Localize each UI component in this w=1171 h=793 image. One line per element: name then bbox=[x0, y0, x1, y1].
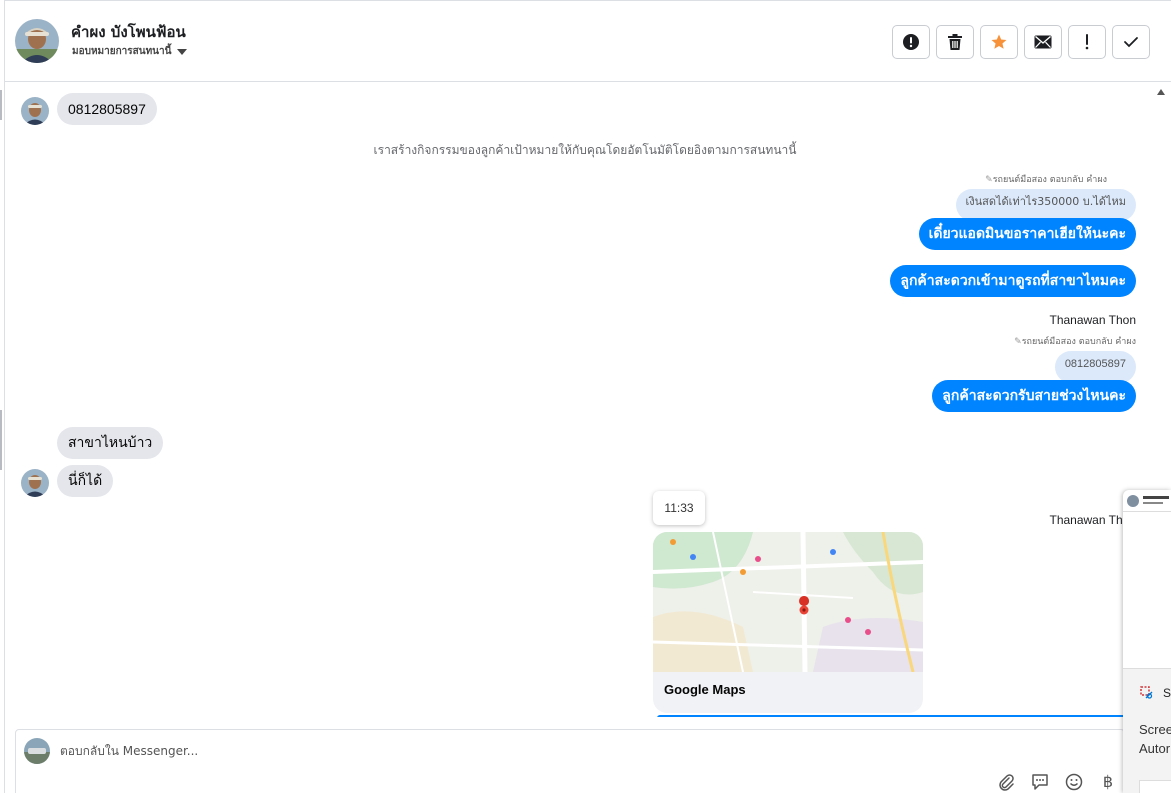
incoming-message[interactable]: 0812805897 bbox=[57, 93, 157, 125]
saved-replies-button[interactable] bbox=[1030, 772, 1050, 792]
reply-pencil-icon: ✎ bbox=[1014, 337, 1022, 347]
mark-unread-button[interactable] bbox=[1024, 25, 1062, 59]
reply-pencil-icon: ✎ bbox=[985, 175, 993, 185]
exclamation-icon bbox=[1085, 34, 1089, 50]
popup-line: Autor bbox=[1139, 741, 1171, 756]
assign-conversation-label: มอบหมายการสนทนานี้ bbox=[72, 46, 172, 57]
snipping-tool-popup: S Scree Autor bbox=[1123, 490, 1171, 793]
checkmark-icon bbox=[1124, 37, 1138, 48]
reply-context-text: รถยนต์มือสอง ตอบกลับ คำผง bbox=[1021, 337, 1136, 347]
outgoing-message-partial bbox=[657, 715, 1127, 717]
left-edge-marker bbox=[0, 90, 2, 120]
envelope-icon bbox=[1034, 35, 1052, 49]
delete-button[interactable] bbox=[936, 25, 974, 59]
contact-avatar[interactable] bbox=[15, 19, 59, 63]
payment-button[interactable]: ฿ bbox=[1098, 772, 1118, 792]
messenger-inbox-window: คำผง บังโพนฟ้อน มอบหมายการสนทนานี้ 08128… bbox=[0, 0, 1171, 793]
popup-thumbnail-strip bbox=[1123, 490, 1171, 512]
follow-up-button[interactable] bbox=[1068, 25, 1106, 59]
contact-avatar-small bbox=[21, 469, 49, 497]
outgoing-message[interactable]: ลูกค้าสะดวกรับสายช่วงไหนคะ bbox=[932, 380, 1136, 412]
contact-name: คำผง บังโพนฟ้อน bbox=[71, 23, 186, 41]
popup-button[interactable] bbox=[1139, 780, 1171, 793]
snip-icon bbox=[1140, 686, 1153, 699]
left-edge-marker bbox=[0, 410, 2, 470]
system-note: เราสร้างกิจกรรมของลูกค้าเป้าหมายให้กับคุ… bbox=[373, 143, 797, 157]
emoji-icon bbox=[1065, 773, 1083, 791]
scroll-up-arrow-icon[interactable] bbox=[1157, 89, 1165, 95]
mark-done-button[interactable] bbox=[1112, 25, 1150, 59]
reply-composer: ฿ bbox=[15, 729, 1125, 793]
reply-input[interactable] bbox=[60, 740, 960, 762]
incoming-message[interactable]: นี่ก็ได้ bbox=[57, 465, 114, 497]
paperclip-icon bbox=[999, 774, 1014, 791]
outgoing-message[interactable]: เดี๋ยวแอดมินขอราคาเฮียให้นะคะ bbox=[918, 218, 1136, 250]
star-icon bbox=[991, 34, 1007, 49]
page-avatar bbox=[24, 738, 50, 764]
map-thumbnail bbox=[653, 532, 923, 673]
saved-reply-icon bbox=[1032, 774, 1048, 790]
popup-title: S bbox=[1163, 686, 1171, 700]
baht-icon: ฿ bbox=[1102, 774, 1114, 791]
sender-name: Thanawan Thon bbox=[1049, 313, 1136, 327]
alert-circle-icon bbox=[903, 34, 919, 50]
header-toolbar bbox=[892, 25, 1150, 59]
star-button[interactable] bbox=[980, 25, 1018, 59]
google-maps-card[interactable]: Google Maps bbox=[653, 532, 923, 713]
conversation-header: คำผง บังโพนฟ้อน มอบหมายการสนทนานี้ bbox=[5, 0, 1171, 82]
assign-conversation-dropdown[interactable]: มอบหมายการสนทนานี้ bbox=[72, 44, 188, 59]
composer-toolbar: ฿ bbox=[996, 772, 1118, 792]
caret-down-icon bbox=[177, 48, 188, 55]
reply-context-note: ✎รถยนต์มือสอง ตอบกลับ คำผง bbox=[1014, 334, 1136, 348]
reply-context-note: ✎รถยนต์มือสอง ตอบกลับ คำผง bbox=[985, 172, 1107, 186]
message-thread[interactable]: 0812805897 เราสร้างกิจกรรมของลูกค้าเป้าห… bbox=[5, 83, 1165, 717]
mark-spam-button[interactable] bbox=[892, 25, 930, 59]
map-card-title: Google Maps bbox=[664, 682, 746, 697]
outgoing-message[interactable]: ลูกค้าสะดวกเข้ามาดูรถที่สาขาไหมคะ bbox=[890, 265, 1136, 297]
trash-icon bbox=[948, 34, 962, 50]
popup-line: Scree bbox=[1139, 722, 1171, 737]
quoted-reply-bubble[interactable]: เงินสดได้เท่าไร350000 บ.ได้ไหม bbox=[955, 189, 1136, 221]
reply-context-text: รถยนต์มือสอง ตอบกลับ คำผง bbox=[992, 175, 1107, 185]
incoming-message[interactable]: สาขาไหนบ้าว bbox=[57, 427, 164, 459]
timestamp-tooltip: 11:33 bbox=[653, 491, 705, 525]
emoji-button[interactable] bbox=[1064, 772, 1084, 792]
quoted-reply-bubble[interactable]: 0812805897 bbox=[1054, 351, 1136, 383]
contact-avatar-small bbox=[21, 97, 49, 125]
attach-button[interactable] bbox=[996, 772, 1016, 792]
